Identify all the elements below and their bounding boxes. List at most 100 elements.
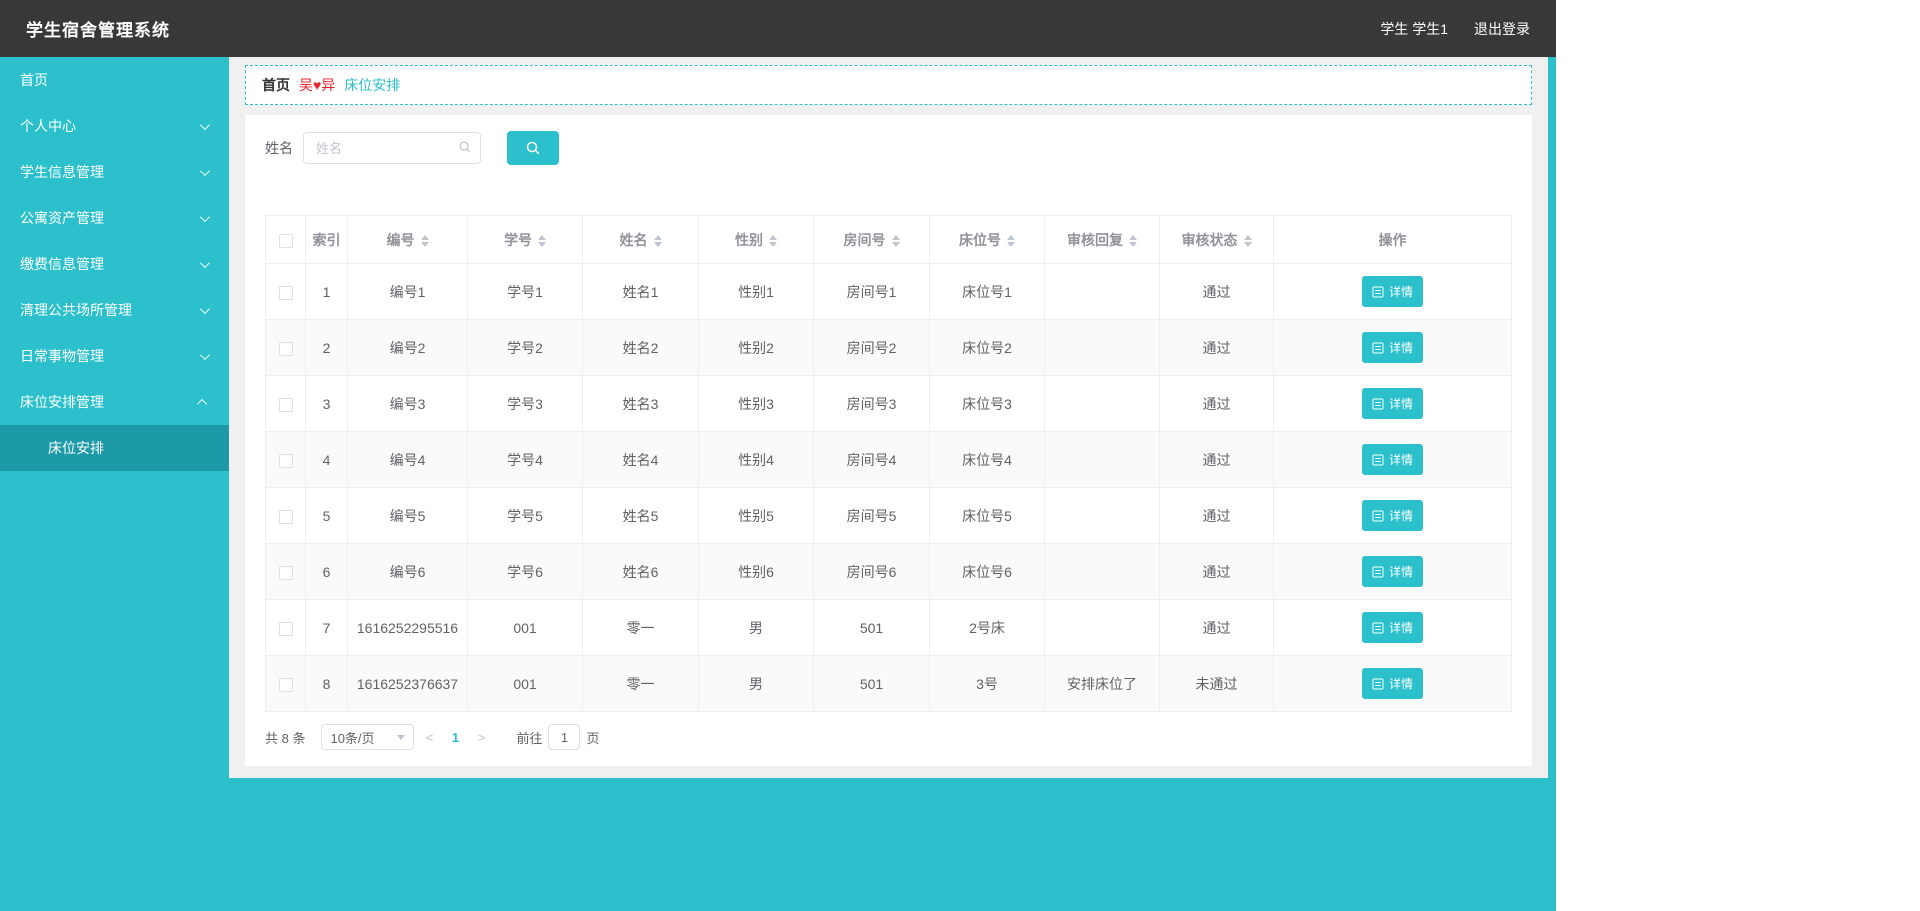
cell-number: 1616252376637 [347,655,468,712]
sidebar-item-label: 首页 [20,72,48,88]
select-all-checkbox[interactable] [278,233,293,248]
cell-bed: 床位号1 [929,263,1045,320]
row-checkbox[interactable] [278,621,293,636]
cell-review-reply [1044,375,1160,432]
sidebar-item[interactable]: 缴费信息管理 [0,241,229,287]
cell-bed: 床位号5 [929,487,1045,544]
row-checkbox[interactable] [278,341,293,356]
cell-bed: 床位号3 [929,375,1045,432]
column-header[interactable]: 性别 [698,215,814,264]
detail-button[interactable]: 详情 [1361,556,1423,587]
sort-caret-icon[interactable] [1129,234,1137,247]
breadcrumb-separator: 吴♥异 [299,77,336,93]
cell-student-id: 001 [467,655,583,712]
column-header[interactable]: 学号 [467,215,583,264]
cell-review-reply: 安排床位了 [1044,655,1160,712]
detail-button[interactable]: 详情 [1361,444,1423,475]
chevron-icon [199,165,210,176]
column-header[interactable]: 编号 [347,215,468,264]
prev-page-button[interactable]: < [420,730,438,745]
cell-review-status: 通过 [1159,487,1274,544]
cell-review-status: 通过 [1159,375,1274,432]
sidebar-item[interactable]: 床位安排管理 [0,379,229,425]
sidebar-item[interactable]: 首页 [0,57,229,103]
cell-name: 姓名3 [582,375,699,432]
scrollbar[interactable] [1548,57,1556,911]
detail-button[interactable]: 详情 [1361,500,1423,531]
breadcrumb-home[interactable]: 首页 [262,75,290,95]
column-header[interactable]: 床位号 [929,215,1045,264]
column-header[interactable]: 审核回复 [1044,215,1160,264]
cell-actions: 详情 [1273,319,1512,376]
sort-caret-icon[interactable] [891,234,900,247]
detail-button-label: 详情 [1388,621,1413,635]
search-icon [458,140,472,154]
chevron-icon [199,257,210,268]
column-header[interactable]: 审核状态 [1159,215,1274,264]
row-checkbox[interactable] [278,285,293,300]
cell-index: 2 [305,319,348,376]
table-row: 2 编号2 学号2 姓名2 性别2 房间号2 床位号2 通过 详情 [265,319,1512,376]
sort-caret-icon[interactable] [1007,234,1015,247]
sidebar-item[interactable]: 个人中心 [0,103,229,149]
cell-gender: 性别4 [698,431,814,488]
page-size-select[interactable]: 10条/页 [321,724,415,750]
detail-button[interactable]: 详情 [1361,388,1423,419]
search-input[interactable] [303,132,481,164]
cell-name: 姓名5 [582,487,699,544]
sidebar-item-label: 清理公共场所管理 [20,302,132,318]
search-row: 姓名 [265,131,1512,165]
cell-bed: 床位号6 [929,543,1045,600]
cell-room: 501 [813,655,930,712]
cell-name: 姓名2 [582,319,699,376]
sort-caret-icon[interactable] [653,234,662,247]
cell-gender: 性别5 [698,487,814,544]
detail-button-label: 详情 [1388,285,1413,299]
cell-actions: 详情 [1273,375,1512,432]
detail-button[interactable]: 详情 [1361,668,1423,699]
goto-suffix-label: 页 [586,730,600,746]
sort-caret-icon[interactable] [538,234,546,247]
column-header[interactable]: 姓名 [582,215,699,264]
column-header[interactable]: 房间号 [813,215,930,264]
sidebar-subitem-bed-arrangement[interactable]: 床位安排 [0,425,229,471]
column-header: 索引 [305,215,348,264]
logout-link[interactable]: 退出登录 [1474,19,1530,39]
column-header: 操作 [1273,215,1512,264]
detail-button[interactable]: 详情 [1361,276,1423,307]
cell-student-id: 学号4 [467,431,583,488]
row-checkbox[interactable] [278,397,293,412]
chevron-icon [199,211,210,222]
table-header-row: 索引 编号 学号 姓名 性别 房间号 床位号 审核回复 审核状态 操作 [265,215,1512,264]
cell-gender: 性别1 [698,263,814,320]
sort-caret-icon[interactable] [769,234,777,247]
row-checkbox[interactable] [278,453,293,468]
cell-select [265,543,306,600]
next-page-button[interactable]: > [472,730,490,745]
detail-button[interactable]: 详情 [1361,612,1423,643]
cell-room: 501 [813,599,930,656]
sidebar-item[interactable]: 日常事物管理 [0,333,229,379]
goto-page-input[interactable] [548,724,581,750]
caret-down-icon [397,734,406,740]
search-icon [525,140,541,156]
breadcrumb: 首页 吴♥异 床位安排 [245,65,1532,105]
row-checkbox[interactable] [278,565,293,580]
sort-caret-icon[interactable] [420,234,429,247]
page-number-current[interactable]: 1 [444,730,466,745]
sidebar-item[interactable]: 学生信息管理 [0,149,229,195]
cell-review-reply [1044,543,1160,600]
search-button[interactable] [507,131,559,165]
sidebar-item[interactable]: 公寓资产管理 [0,195,229,241]
cell-gender: 男 [698,655,814,712]
sort-caret-icon[interactable] [1243,234,1252,247]
page-wrapper: 首页 吴♥异 床位安排 姓名 姓名 索引 编号 学号 姓名 性别 房间号 床位号… [229,57,1548,778]
sidebar-item-label: 公寓资产管理 [20,210,104,226]
sidebar-item[interactable]: 清理公共场所管理 [0,287,229,333]
row-checkbox[interactable] [278,509,293,524]
cell-room: 房间号2 [813,319,930,376]
detail-button[interactable]: 详情 [1361,332,1423,363]
cell-bed: 床位号2 [929,319,1045,376]
row-checkbox[interactable] [278,677,293,692]
cell-actions: 详情 [1273,543,1512,600]
